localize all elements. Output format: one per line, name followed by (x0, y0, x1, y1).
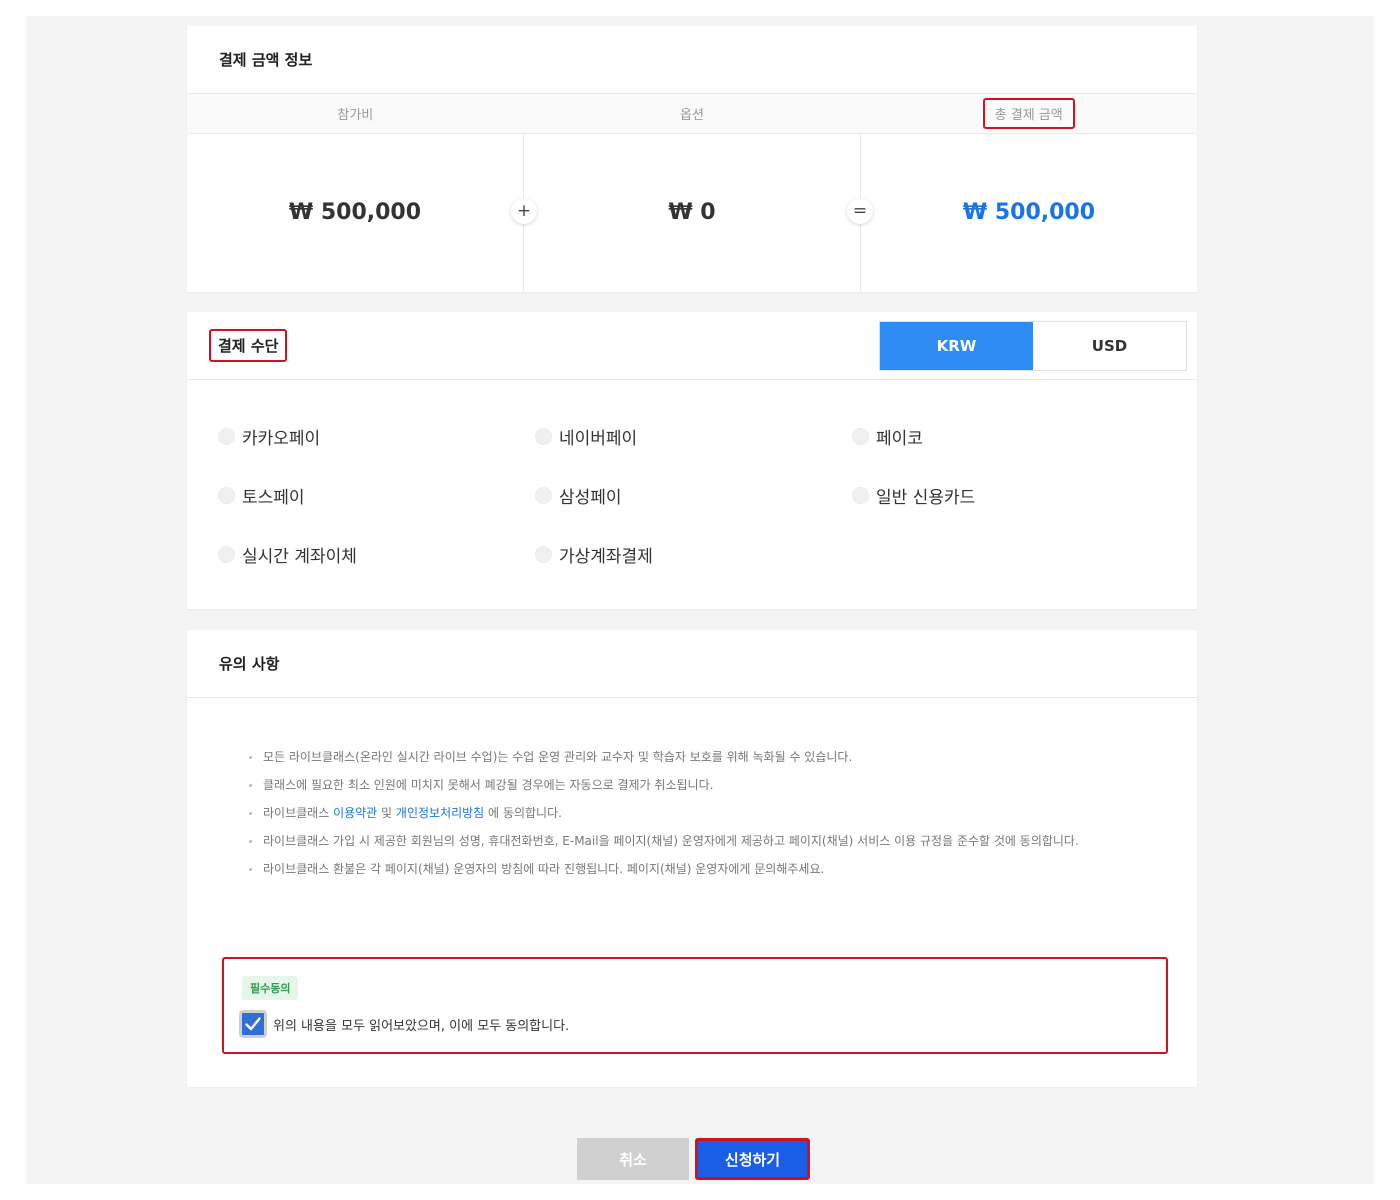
radio-icon[interactable] (218, 486, 235, 504)
payment-method-card: 결제 수단 KRW USD 카카오페이 네이버페이 페이코 토스페이 삼성페이 … (187, 312, 1197, 609)
method-naverpay[interactable]: 네이버페이 (535, 425, 852, 449)
total-amount: ₩ 500,000 (860, 134, 1197, 291)
method-bank-transfer[interactable]: 실시간 계좌이체 (218, 543, 535, 567)
amount-values-row: ₩ 500,000 ₩ 0 ₩ 500,000 + = (187, 134, 1197, 291)
amount-header-row: 참가비 옵션 총 결제 금액 (187, 94, 1197, 134)
radio-icon[interactable] (535, 486, 552, 504)
agree-checkbox[interactable] (239, 1010, 267, 1038)
header-total: 총 결제 금액 (860, 94, 1197, 133)
method-virtual-account[interactable]: 가상계좌결제 (535, 543, 852, 567)
privacy-policy-link[interactable]: 개인정보처리방침 (396, 806, 484, 820)
payment-method-list: 카카오페이 네이버페이 페이코 토스페이 삼성페이 일반 신용카드 실시간 계좌… (187, 380, 1197, 567)
radio-icon[interactable] (218, 545, 235, 563)
notice-item: 라이브클래스 가입 시 제공한 회원님의 성명, 휴대전화번호, E-Mail을… (247, 832, 1137, 850)
payment-method-title: 결제 수단 (209, 329, 288, 362)
agree-label[interactable]: 위의 내용을 모두 읽어보았으며, 이에 모두 동의합니다. (273, 1015, 569, 1034)
currency-toggle: KRW USD (879, 320, 1187, 371)
fee-amount: ₩ 500,000 (288, 200, 422, 225)
page-background: 결제 금액 정보 참가비 옵션 총 결제 금액 ₩ 500,000 ₩ 0 ₩ … (26, 16, 1374, 1184)
notice-item: 클래스에 필요한 최소 인원에 미치지 못해서 폐강될 경우에는 자동으로 결제… (247, 776, 1137, 794)
notice-section-title: 유의 사항 (187, 630, 1197, 698)
checkmark-icon (245, 1017, 261, 1031)
method-kakaopay[interactable]: 카카오페이 (218, 425, 535, 449)
submit-application-button[interactable]: 신청하기 (695, 1138, 810, 1180)
method-samsungpay[interactable]: 삼성페이 (535, 484, 852, 508)
amount-section-title: 결제 금액 정보 (187, 26, 1197, 94)
header-option: 옵션 (680, 108, 704, 123)
radio-icon[interactable] (852, 486, 869, 504)
notice-item: 라이브클래스 환불은 각 페이지(채널) 운영자의 방침에 따라 진행됩니다. … (247, 860, 1137, 878)
plus-icon: + (511, 198, 537, 224)
payment-amount-card: 결제 금액 정보 참가비 옵션 총 결제 금액 ₩ 500,000 ₩ 0 ₩ … (187, 26, 1197, 292)
notice-item-terms: 라이브클래스 이용약관 및 개인정보처리방침 에 동의합니다. (247, 804, 1137, 822)
notice-list: 모든 라이브클래스(온라인 실시간 라이브 수업)는 수업 운영 관리와 교수자… (187, 698, 1197, 878)
equals-icon: = (847, 198, 873, 224)
required-badge: 필수동의 (242, 976, 299, 1000)
radio-icon[interactable] (535, 545, 552, 563)
header-fee: 참가비 (337, 108, 374, 123)
radio-icon[interactable] (218, 427, 235, 445)
notice-item: 모든 라이브클래스(온라인 실시간 라이브 수업)는 수업 운영 관리와 교수자… (247, 748, 1137, 766)
radio-icon[interactable] (852, 427, 869, 445)
agreement-row[interactable]: 위의 내용을 모두 읽어보았으며, 이에 모두 동의합니다. (239, 1010, 1166, 1038)
radio-icon[interactable] (535, 427, 552, 445)
option-amount: ₩ 0 (523, 134, 860, 291)
notice-card: 유의 사항 모든 라이브클래스(온라인 실시간 라이브 수업)는 수업 운영 관… (187, 630, 1197, 1087)
currency-usd-button[interactable]: USD (1033, 322, 1186, 370)
terms-of-use-link[interactable]: 이용약관 (333, 806, 377, 820)
total-header-highlight: 총 결제 금액 (982, 98, 1075, 129)
method-header: 결제 수단 KRW USD (187, 312, 1197, 380)
method-tosspay[interactable]: 토스페이 (218, 484, 535, 508)
currency-krw-button[interactable]: KRW (880, 321, 1033, 370)
agreement-box: 필수동의 위의 내용을 모두 읽어보았으며, 이에 모두 동의합니다. (222, 957, 1168, 1054)
cancel-button[interactable]: 취소 (577, 1138, 689, 1180)
method-credit-card[interactable]: 일반 신용카드 (852, 484, 1169, 508)
method-payco[interactable]: 페이코 (852, 425, 1169, 449)
